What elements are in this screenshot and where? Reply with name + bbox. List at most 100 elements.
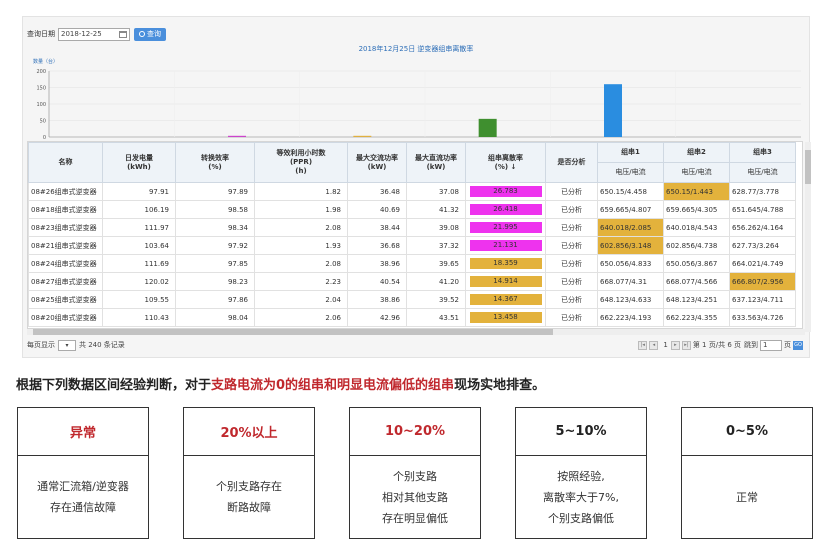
current-page-number[interactable]: 1 xyxy=(663,341,667,349)
table-row[interactable]: 08#21组串式逆变器 103.64 97.92 1.93 36.68 37.32 21.1… xyxy=(28,236,796,255)
total-records: 共 240 条记录 xyxy=(79,341,125,349)
cell-ac-power: 38.86 xyxy=(347,290,407,309)
col-header-name[interactable]: 名称 xyxy=(28,142,103,183)
col-subheader-string1: 电压/电流 xyxy=(597,162,664,183)
range-box-description: 个别支路存在 断路故障 xyxy=(216,480,282,514)
calendar-icon[interactable] xyxy=(119,30,127,38)
go-button[interactable]: GO xyxy=(793,340,803,350)
cell-string3: 628.77/3.778 xyxy=(729,182,796,201)
vertical-scrollbar[interactable] xyxy=(805,142,811,332)
table-row[interactable]: 08#20组串式逆变器 110.43 98.04 2.06 42.96 43.51 13.4… xyxy=(28,308,796,327)
col-header-string3[interactable]: 组串3 xyxy=(729,142,796,163)
cell-hours: 2.23 xyxy=(254,272,348,291)
bar-4 xyxy=(604,84,622,137)
cell-efficiency: 98.04 xyxy=(175,308,255,327)
cell-string1: 640.018/2.085 xyxy=(597,218,664,237)
col-header-dc-power-label: 最大直流功率 (kW) xyxy=(415,153,457,171)
col-subheader-string3: 电压/电流 xyxy=(729,162,796,183)
jump-page-input[interactable]: 1 xyxy=(760,339,782,351)
col-header-string2[interactable]: 组串2 xyxy=(663,142,730,163)
col-header-string1[interactable]: 组串1 xyxy=(597,142,664,163)
vertical-scroll-thumb[interactable] xyxy=(805,150,811,184)
cell-string3: 637.123/4.711 xyxy=(729,290,796,309)
guidance-headline: 根据下列数据区间经验判断，对于支路电流为0的组串和明显电流偏低的组串现场实地排查… xyxy=(16,374,545,393)
cell-efficiency: 98.34 xyxy=(175,218,255,237)
col-header-efficiency-label: 转换效率 (%) xyxy=(201,153,229,171)
table-row[interactable]: 08#24组串式逆变器 111.69 97.85 2.08 38.96 39.65 18.3… xyxy=(28,254,796,273)
dispersion-value: 13.458 xyxy=(469,312,542,323)
table-row[interactable]: 08#26组串式逆变器 97.91 97.89 1.82 36.48 37.08 26.78… xyxy=(28,182,796,201)
cell-efficiency: 98.58 xyxy=(175,200,255,219)
next-page-button[interactable]: ▸ xyxy=(670,340,680,350)
cell-energy: 111.97 xyxy=(102,218,176,237)
query-date-label: 查询日期 xyxy=(27,30,55,38)
col-header-dc-power[interactable]: 最大直流功率 (kW) xyxy=(406,142,466,183)
cell-name: 08#27组串式逆变器 xyxy=(28,272,103,291)
cell-dispersion: 14.914 xyxy=(465,272,546,291)
dispersion-value: 21.995 xyxy=(469,222,542,233)
cell-efficiency: 97.85 xyxy=(175,254,255,273)
range-box-description: 通常汇流箱/逆变器 存在通信故障 xyxy=(37,480,129,514)
date-input[interactable]: 2018-12-25 xyxy=(58,27,130,41)
pager-right: |◂ ◂ 1 ▸ ▸| 第 1 页/共 6 页 跳到 1 页 GO xyxy=(638,339,803,351)
table-row[interactable]: 08#27组串式逆变器 120.02 98.23 2.23 40.54 41.20 14.9… xyxy=(28,272,796,291)
cell-dc-power: 39.65 xyxy=(406,254,466,273)
cell-string2: 650.056/3.867 xyxy=(663,254,730,273)
cell-name: 08#25组串式逆变器 xyxy=(28,290,103,309)
horizontal-scroll-thumb[interactable] xyxy=(33,329,553,335)
query-button[interactable]: 查询 xyxy=(134,27,166,41)
horizontal-scrollbar[interactable] xyxy=(27,329,805,335)
cell-efficiency: 97.92 xyxy=(175,236,255,255)
range-box-title: 20%以上 xyxy=(184,408,314,456)
last-page-button[interactable]: ▸| xyxy=(681,340,691,350)
jump-label: 跳到 xyxy=(744,341,758,349)
cell-string1: 662.223/4.193 xyxy=(597,308,664,327)
bar-3 xyxy=(478,118,497,137)
cell-analyzed: 已分析 xyxy=(545,272,598,291)
y-tick-label: 0 xyxy=(43,135,46,139)
col-header-hours[interactable]: 等效利用小时数 (PPR) (h) xyxy=(254,142,348,183)
dispersion-value: 26.783 xyxy=(469,186,542,197)
cell-ac-power: 42.96 xyxy=(347,308,407,327)
dispersion-value: 18.359 xyxy=(469,258,542,269)
headline-part1: 根据下列数据区间经验判断，对于 xyxy=(16,378,212,393)
cell-string1: 650.056/4.833 xyxy=(597,254,664,273)
table-row[interactable]: 08#25组串式逆变器 109.55 97.86 2.04 38.86 39.52 14.3… xyxy=(28,290,796,309)
col-header-dispersion[interactable]: 组串离散率 (%) ↓ xyxy=(465,142,546,183)
cell-hours: 2.08 xyxy=(254,254,348,273)
col-header-ac-power[interactable]: 最大交流功率 (kW) xyxy=(347,142,407,183)
cell-string1: 650.15/4.458 xyxy=(597,182,664,201)
col-header-efficiency[interactable]: 转换效率 (%) xyxy=(175,142,255,183)
table-row[interactable]: 08#18组串式逆变器 106.19 98.58 1.98 40.69 41.32 26.4… xyxy=(28,200,796,219)
cell-dc-power: 43.51 xyxy=(406,308,466,327)
first-page-button[interactable]: |◂ xyxy=(638,340,648,350)
range-box-description: 按照经验, 离散率大于7%, 个别支路偏低 xyxy=(543,469,619,525)
cell-name: 08#21组串式逆变器 xyxy=(28,236,103,255)
data-table-container: 名称 日发电量 (kWh) 转换效率 (%) 等效利用小时数 (PPR) (h) 最大交… xyxy=(27,141,803,329)
cell-string2: 662.223/4.355 xyxy=(663,308,730,327)
cell-hours: 2.08 xyxy=(254,218,348,237)
table-row[interactable]: 08#23组串式逆变器 111.97 98.34 2.08 38.44 39.08 21.9… xyxy=(28,218,796,237)
cell-name: 08#24组串式逆变器 xyxy=(28,254,103,273)
cell-energy: 109.55 xyxy=(102,290,176,309)
cell-energy: 120.02 xyxy=(102,272,176,291)
per-page-select[interactable]: ▾ xyxy=(58,339,76,351)
cell-efficiency: 97.89 xyxy=(175,182,255,201)
col-header-analyzed[interactable]: 是否分析 xyxy=(545,142,598,183)
y-tick-label: 100 xyxy=(36,102,46,108)
col-header-energy[interactable]: 日发电量 (kWh) xyxy=(102,142,176,183)
col-header-hours-label: 等效利用小时数 (PPR) (h) xyxy=(276,149,326,175)
y-tick-label: 150 xyxy=(36,86,46,92)
cell-string1: 668.077/4.31 xyxy=(597,272,664,291)
cell-dc-power: 37.32 xyxy=(406,236,466,255)
cell-dc-power: 37.08 xyxy=(406,182,466,201)
prev-page-button[interactable]: ◂ xyxy=(649,340,659,350)
cell-string3: 651.645/4.788 xyxy=(729,200,796,219)
headline-part2: 现场实地排查。 xyxy=(454,378,546,393)
cell-string2: 602.856/4.738 xyxy=(663,236,730,255)
cell-analyzed: 已分析 xyxy=(545,182,598,201)
y-tick-label: 50 xyxy=(40,119,46,125)
range-box: 5~10% 按照经验, 离散率大于7%, 个别支路偏低 xyxy=(515,407,647,539)
range-box-description: 个别支路 相对其他支路 存在明显偏低 xyxy=(382,469,448,525)
cell-string3: 656.262/4.164 xyxy=(729,218,796,237)
